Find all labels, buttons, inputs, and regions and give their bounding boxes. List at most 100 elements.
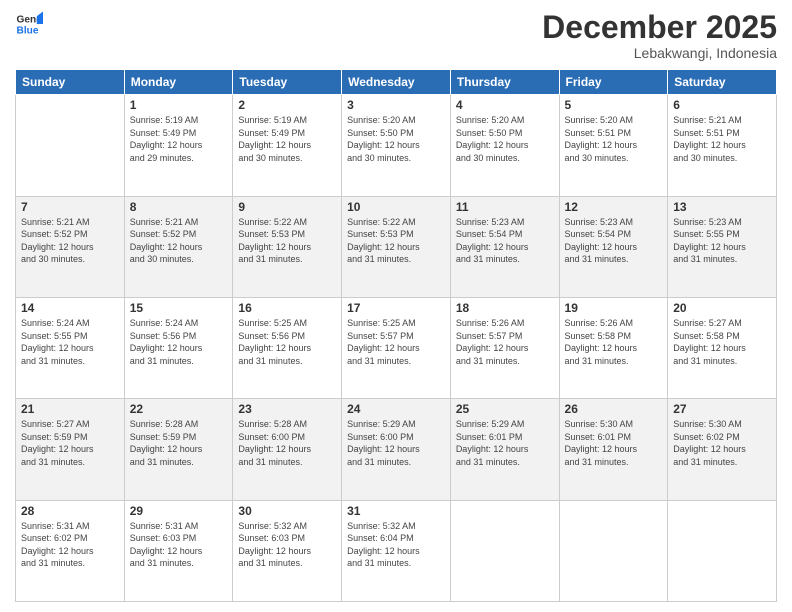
week-row-1: 1 Sunrise: 5:19 AM Sunset: 5:49 PM Daylig… [16,95,777,196]
col-monday: Monday [124,70,233,95]
logo: General Blue [15,10,43,38]
col-tuesday: Tuesday [233,70,342,95]
calendar-cell: 4 Sunrise: 5:20 AM Sunset: 5:50 PM Daylig… [450,95,559,196]
calendar-cell: 16 Sunrise: 5:25 AM Sunset: 5:56 PM Dayli… [233,297,342,398]
day-number: 22 [130,402,228,416]
cell-info: Sunrise: 5:20 AM Sunset: 5:51 PM Dayligh… [565,114,663,164]
day-number: 28 [21,504,119,518]
logo-icon: General Blue [15,10,43,38]
day-number: 21 [21,402,119,416]
col-thursday: Thursday [450,70,559,95]
day-number: 23 [238,402,336,416]
calendar-cell: 15 Sunrise: 5:24 AM Sunset: 5:56 PM Dayli… [124,297,233,398]
cell-info: Sunrise: 5:31 AM Sunset: 6:03 PM Dayligh… [130,520,228,570]
calendar-cell: 20 Sunrise: 5:27 AM Sunset: 5:58 PM Dayli… [668,297,777,398]
cell-info: Sunrise: 5:31 AM Sunset: 6:02 PM Dayligh… [21,520,119,570]
day-number: 8 [130,200,228,214]
day-number: 20 [673,301,771,315]
calendar-cell: 6 Sunrise: 5:21 AM Sunset: 5:51 PM Daylig… [668,95,777,196]
day-number: 12 [565,200,663,214]
calendar-cell: 23 Sunrise: 5:28 AM Sunset: 6:00 PM Dayli… [233,399,342,500]
cell-info: Sunrise: 5:28 AM Sunset: 6:00 PM Dayligh… [238,418,336,468]
title-block: December 2025 Lebakwangi, Indonesia [542,10,777,61]
day-number: 2 [238,98,336,112]
cell-info: Sunrise: 5:28 AM Sunset: 5:59 PM Dayligh… [130,418,228,468]
calendar-cell: 27 Sunrise: 5:30 AM Sunset: 6:02 PM Dayli… [668,399,777,500]
cell-info: Sunrise: 5:26 AM Sunset: 5:58 PM Dayligh… [565,317,663,367]
calendar-cell: 7 Sunrise: 5:21 AM Sunset: 5:52 PM Daylig… [16,196,125,297]
cell-info: Sunrise: 5:26 AM Sunset: 5:57 PM Dayligh… [456,317,554,367]
cell-info: Sunrise: 5:23 AM Sunset: 5:55 PM Dayligh… [673,216,771,266]
calendar-cell: 25Sunrise: 5:29 AM Sunset: 6:01 PM Dayli… [450,399,559,500]
cell-info: Sunrise: 5:20 AM Sunset: 5:50 PM Dayligh… [456,114,554,164]
cell-info: Sunrise: 5:24 AM Sunset: 5:55 PM Dayligh… [21,317,119,367]
header: General Blue December 2025 Lebakwangi, I… [15,10,777,61]
calendar-cell: 10Sunrise: 5:22 AM Sunset: 5:53 PM Dayli… [342,196,451,297]
day-number: 26 [565,402,663,416]
day-number: 25 [456,402,554,416]
calendar-cell [450,500,559,601]
calendar-cell: 19Sunrise: 5:26 AM Sunset: 5:58 PM Dayli… [559,297,668,398]
calendar-cell: 26 Sunrise: 5:30 AM Sunset: 6:01 PM Dayli… [559,399,668,500]
day-number: 6 [673,98,771,112]
cell-info: Sunrise: 5:30 AM Sunset: 6:01 PM Dayligh… [565,418,663,468]
page: General Blue December 2025 Lebakwangi, I… [0,0,792,612]
cell-info: Sunrise: 5:21 AM Sunset: 5:52 PM Dayligh… [21,216,119,266]
cell-info: Sunrise: 5:19 AM Sunset: 5:49 PM Dayligh… [238,114,336,164]
calendar-cell: 9Sunrise: 5:22 AM Sunset: 5:53 PM Daylig… [233,196,342,297]
day-number: 7 [21,200,119,214]
calendar-cell: 2 Sunrise: 5:19 AM Sunset: 5:49 PM Daylig… [233,95,342,196]
svg-text:Blue: Blue [17,25,39,36]
cell-info: Sunrise: 5:25 AM Sunset: 5:56 PM Dayligh… [238,317,336,367]
calendar-cell: 13 Sunrise: 5:23 AM Sunset: 5:55 PM Dayli… [668,196,777,297]
day-number: 1 [130,98,228,112]
day-number: 14 [21,301,119,315]
cell-info: Sunrise: 5:27 AM Sunset: 5:58 PM Dayligh… [673,317,771,367]
month-title: December 2025 [542,10,777,45]
calendar-table: Sunday Monday Tuesday Wednesday Thursday… [15,69,777,602]
calendar-cell: 28 Sunrise: 5:31 AM Sunset: 6:02 PM Dayli… [16,500,125,601]
cell-info: Sunrise: 5:23 AM Sunset: 5:54 PM Dayligh… [456,216,554,266]
day-number: 5 [565,98,663,112]
cell-info: Sunrise: 5:30 AM Sunset: 6:02 PM Dayligh… [673,418,771,468]
day-number: 11 [456,200,554,214]
day-number: 17 [347,301,445,315]
col-friday: Friday [559,70,668,95]
day-number: 31 [347,504,445,518]
calendar-cell: 31Sunrise: 5:32 AM Sunset: 6:04 PM Dayli… [342,500,451,601]
day-number: 13 [673,200,771,214]
week-row-3: 14 Sunrise: 5:24 AM Sunset: 5:55 PM Dayli… [16,297,777,398]
calendar-cell: 5 Sunrise: 5:20 AM Sunset: 5:51 PM Daylig… [559,95,668,196]
calendar-cell: 24Sunrise: 5:29 AM Sunset: 6:00 PM Dayli… [342,399,451,500]
calendar-cell: 11 Sunrise: 5:23 AM Sunset: 5:54 PM Dayli… [450,196,559,297]
cell-info: Sunrise: 5:23 AM Sunset: 5:54 PM Dayligh… [565,216,663,266]
calendar-cell: 8 Sunrise: 5:21 AM Sunset: 5:52 PM Daylig… [124,196,233,297]
cell-info: Sunrise: 5:21 AM Sunset: 5:52 PM Dayligh… [130,216,228,266]
cell-info: Sunrise: 5:20 AM Sunset: 5:50 PM Dayligh… [347,114,445,164]
header-row: Sunday Monday Tuesday Wednesday Thursday… [16,70,777,95]
day-number: 18 [456,301,554,315]
calendar-cell [668,500,777,601]
day-number: 15 [130,301,228,315]
week-row-4: 21Sunrise: 5:27 AM Sunset: 5:59 PM Dayli… [16,399,777,500]
cell-info: Sunrise: 5:21 AM Sunset: 5:51 PM Dayligh… [673,114,771,164]
calendar-cell: 17 Sunrise: 5:25 AM Sunset: 5:57 PM Dayli… [342,297,451,398]
day-number: 4 [456,98,554,112]
day-number: 16 [238,301,336,315]
calendar-cell: 29Sunrise: 5:31 AM Sunset: 6:03 PM Dayli… [124,500,233,601]
cell-info: Sunrise: 5:32 AM Sunset: 6:03 PM Dayligh… [238,520,336,570]
cell-info: Sunrise: 5:24 AM Sunset: 5:56 PM Dayligh… [130,317,228,367]
week-row-5: 28 Sunrise: 5:31 AM Sunset: 6:02 PM Dayli… [16,500,777,601]
calendar-cell: 12 Sunrise: 5:23 AM Sunset: 5:54 PM Dayli… [559,196,668,297]
day-number: 27 [673,402,771,416]
calendar-cell: 1Sunrise: 5:19 AM Sunset: 5:49 PM Daylig… [124,95,233,196]
calendar-cell: 14 Sunrise: 5:24 AM Sunset: 5:55 PM Dayli… [16,297,125,398]
col-sunday: Sunday [16,70,125,95]
col-saturday: Saturday [668,70,777,95]
calendar-cell [559,500,668,601]
location: Lebakwangi, Indonesia [542,45,777,61]
calendar-cell: 22 Sunrise: 5:28 AM Sunset: 5:59 PM Dayli… [124,399,233,500]
cell-info: Sunrise: 5:25 AM Sunset: 5:57 PM Dayligh… [347,317,445,367]
col-wednesday: Wednesday [342,70,451,95]
calendar-cell [16,95,125,196]
